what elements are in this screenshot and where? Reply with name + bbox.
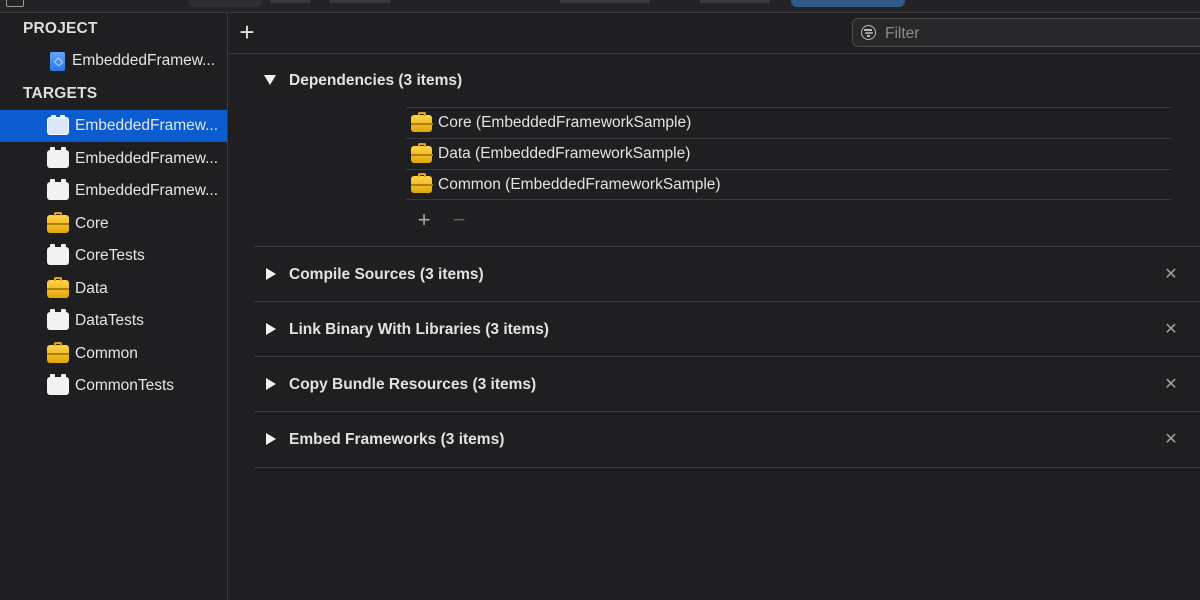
phase-title-dependencies[interactable]: Dependencies (3 items)	[289, 72, 462, 90]
triangle-right-icon	[266, 268, 276, 280]
copy-bundle-disclosure-triangle[interactable]	[264, 378, 276, 390]
build-phases-toolbar: +	[228, 13, 1200, 54]
build-phases-editor: + Dependencies (3 items) Core (EmbeddedF…	[228, 13, 1200, 600]
dependency-label: Common (EmbeddedFrameworkSample)	[438, 175, 721, 193]
app-target-icon	[47, 115, 69, 135]
phase-separator	[254, 301, 1200, 302]
toolbar-fragment	[700, 0, 770, 3]
target-item-common[interactable]: Common	[0, 338, 227, 370]
dependency-label: Data (EmbeddedFrameworkSample)	[438, 145, 691, 162]
target-label: DataTests	[75, 312, 144, 329]
navigator-toggle-icon[interactable]	[6, 0, 24, 7]
target-item-data[interactable]: Data	[0, 273, 227, 305]
triangle-right-icon	[266, 323, 276, 335]
remove-dependency-button[interactable]: −	[450, 209, 468, 231]
target-label: CommonTests	[75, 377, 175, 394]
phase-title-compile-sources[interactable]: Compile Sources (3 items)	[289, 266, 484, 284]
target-label: EmbeddedFramew...	[75, 182, 219, 199]
delete-phase-icon[interactable]: ✕	[1164, 377, 1178, 393]
link-binary-disclosure-triangle[interactable]	[264, 323, 276, 335]
target-item-core[interactable]: Core	[0, 208, 227, 240]
project-item[interactable]: EmbeddedFramew...	[0, 45, 227, 77]
target-item-coretests[interactable]: CoreTests	[0, 240, 227, 272]
embed-frameworks-disclosure-triangle[interactable]	[264, 433, 276, 445]
phase-title-copy-bundle-resources[interactable]: Copy Bundle Resources (3 items)	[289, 376, 536, 394]
target-label: Core	[75, 215, 109, 232]
dependencies-list: Core (EmbeddedFrameworkSample) Data (Emb…	[406, 107, 1172, 200]
project-section-header: PROJECT	[23, 20, 98, 37]
test-target-icon	[47, 309, 69, 330]
target-label: EmbeddedFramew...	[75, 117, 219, 134]
phase-separator	[254, 246, 1200, 247]
delete-phase-icon[interactable]: ✕	[1164, 432, 1178, 448]
test-target-icon	[47, 244, 69, 265]
test-target-icon	[47, 179, 69, 200]
compile-sources-disclosure-triangle[interactable]	[264, 268, 276, 280]
target-label: Data	[75, 280, 108, 297]
target-item-commontests[interactable]: CommonTests	[0, 370, 227, 402]
add-dependency-button[interactable]: +	[415, 209, 433, 231]
project-item-label: EmbeddedFramew...	[72, 52, 216, 69]
phase-separator	[254, 467, 1200, 468]
target-item-datatests[interactable]: DataTests	[0, 305, 227, 337]
target-item-embedded-uitests[interactable]: EmbeddedFramew...	[0, 175, 227, 207]
phase-title-link-binary[interactable]: Link Binary With Libraries (3 items)	[289, 321, 549, 339]
framework-icon	[47, 342, 69, 363]
target-label: Common	[75, 345, 138, 362]
framework-icon	[411, 111, 433, 132]
project-document-icon	[50, 51, 65, 71]
target-label: EmbeddedFramew...	[75, 150, 219, 167]
test-target-icon	[47, 147, 69, 168]
target-item-embedded-tests[interactable]: EmbeddedFramew...	[0, 143, 227, 175]
delete-phase-icon[interactable]: ✕	[1164, 267, 1178, 283]
phase-separator	[254, 356, 1200, 357]
editor-tab[interactable]	[188, 0, 262, 7]
toolbar-fragment	[330, 0, 390, 3]
phase-separator	[254, 411, 1200, 412]
toolbar-fragment	[270, 0, 310, 3]
project-navigator: PROJECT EmbeddedFramew... TARGETS Embedd…	[0, 13, 228, 600]
dependency-row[interactable]: Data (EmbeddedFrameworkSample)	[406, 138, 1172, 169]
delete-phase-icon[interactable]: ✕	[1164, 322, 1178, 338]
test-target-icon	[47, 374, 69, 395]
filter-field[interactable]	[852, 18, 1200, 47]
filter-icon	[861, 25, 876, 40]
add-build-phase-button[interactable]: +	[236, 19, 258, 45]
triangle-down-icon	[264, 75, 276, 85]
window-toolbar-strip	[0, 0, 1200, 13]
triangle-right-icon	[266, 378, 276, 390]
phase-title-embed-frameworks[interactable]: Embed Frameworks (3 items)	[289, 431, 504, 449]
framework-icon	[47, 212, 69, 233]
build-phases-tab[interactable]	[791, 0, 905, 7]
dependency-row[interactable]: Common (EmbeddedFrameworkSample)	[406, 169, 1172, 200]
dependency-label: Core (EmbeddedFrameworkSample)	[438, 114, 692, 131]
dependencies-disclosure-triangle[interactable]	[264, 75, 276, 87]
toolbar-fragment	[560, 0, 650, 3]
filter-input[interactable]	[883, 23, 1187, 45]
target-item-embedded-app[interactable]: EmbeddedFramew...	[0, 110, 227, 142]
framework-icon	[411, 142, 433, 163]
triangle-right-icon	[266, 433, 276, 445]
dependency-row[interactable]: Core (EmbeddedFrameworkSample)	[406, 107, 1172, 138]
targets-section-header: TARGETS	[23, 85, 98, 102]
framework-icon	[411, 173, 433, 193]
target-label: CoreTests	[75, 247, 145, 264]
framework-icon	[47, 277, 69, 298]
